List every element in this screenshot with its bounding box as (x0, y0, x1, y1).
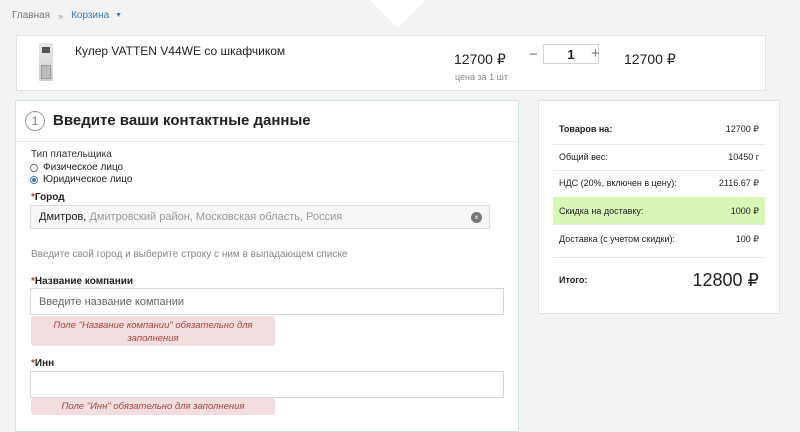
payer-type-legal-option[interactable]: Юридическое лицо (30, 174, 132, 185)
summary-row-vat: НДС (20%, включен в цену): 2116.67 ₽ (553, 169, 765, 197)
summary-row-goods: Товаров на: 12700 ₽ (553, 115, 765, 143)
breadcrumb: Главная » Корзина ▼ (12, 10, 122, 21)
chevron-down-icon[interactable]: ▼ (115, 12, 122, 19)
company-name-placeholder: Введите название компании (39, 296, 184, 308)
inn-label-text: Инн (34, 358, 55, 369)
summary-divider (553, 257, 765, 258)
company-label-text: Название компании (34, 276, 134, 287)
payer-type-individual-option[interactable]: Физическое лицо (30, 162, 123, 173)
summary-discount-value: 1000 ₽ (730, 205, 759, 216)
order-summary-card: Товаров на: 12700 ₽ Общий вес: 10450 г Н… (538, 100, 780, 314)
quantity-decrease-button[interactable]: − (529, 46, 538, 63)
summary-total-value: 12800 ₽ (692, 269, 759, 290)
summary-total-label: Итого: (559, 275, 588, 285)
breadcrumb-current[interactable]: Корзина (71, 10, 109, 21)
summary-delivery-value: 100 ₽ (735, 233, 759, 244)
city-hint: Введите свой город и выберите строку с н… (31, 249, 348, 260)
radio-legal-entity[interactable] (30, 175, 38, 184)
header-notch-decoration (366, 0, 430, 28)
unit-price-label: цена за 1 шт (455, 72, 509, 82)
city-input[interactable]: Дмитров, Дмитровский район, Московская о… (30, 205, 490, 229)
form-title: Введите ваши контактные данные (53, 112, 311, 129)
city-value-main: Дмитров, (39, 211, 87, 223)
quantity-increase-button[interactable]: + (591, 45, 600, 62)
radio-individual[interactable] (30, 163, 38, 172)
summary-row-delivery: Доставка (с учетом скидки): 100 ₽ (553, 225, 765, 253)
payer-type-label: Тип плательщика (31, 149, 112, 160)
product-name-link[interactable]: Кулер VATTEN V44WE со шкафчиком (75, 44, 285, 58)
contact-form-card: 1 Введите ваши контактные данные Тип пла… (15, 100, 519, 432)
company-error-tooltip: Поле "Название компании" обязательно для… (31, 316, 275, 346)
summary-row-weight: Общий вес: 10450 г (553, 143, 765, 171)
city-value: Дмитров, Дмитровский район, Московская о… (39, 211, 342, 223)
summary-weight-value: 10450 г (728, 152, 759, 162)
form-header: 1 Введите ваши контактные данные (16, 101, 518, 142)
summary-row-delivery-discount: Скидка на доставку: 1000 ₽ (553, 197, 765, 225)
city-value-rest: Дмитровский район, Московская область, Р… (86, 211, 343, 223)
city-label-text: Город (34, 192, 65, 203)
inn-label: *Инн (31, 358, 54, 369)
product-thumbnail[interactable] (39, 43, 53, 81)
step-number-icon: 1 (25, 111, 45, 131)
cart-item-row: Кулер VATTEN V44WE со шкафчиком 12700 ₽ … (16, 35, 766, 91)
summary-weight-label: Общий вес: (559, 152, 608, 162)
radio-legal-label: Юридическое лицо (43, 174, 133, 185)
breadcrumb-separator: » (58, 10, 64, 21)
radio-individual-label: Физическое лицо (43, 162, 124, 173)
company-label: *Название компании (31, 276, 133, 287)
city-label: *Город (31, 192, 65, 203)
breadcrumb-home-link[interactable]: Главная (12, 10, 50, 21)
summary-vat-label: НДС (20%, включен в цену): (559, 178, 677, 188)
summary-vat-value: 2116.67 ₽ (718, 177, 759, 188)
item-total-price: 12700 ₽ (624, 51, 676, 67)
summary-goods-label: Товаров на: (559, 124, 613, 134)
summary-goods-value: 12700 ₽ (725, 123, 759, 134)
summary-discount-label: Скидка на доставку: (559, 206, 644, 216)
company-name-input[interactable]: Введите название компании (30, 288, 504, 315)
summary-total-row: Итого: 12800 ₽ (553, 263, 765, 297)
summary-delivery-label: Доставка (с учетом скидки): (559, 234, 675, 244)
inn-error-tooltip: Поле "Инн" обязательно для заполнения (31, 398, 275, 415)
clear-icon[interactable]: × (471, 212, 482, 223)
unit-price: 12700 ₽ (454, 51, 506, 67)
inn-input[interactable] (30, 371, 504, 398)
